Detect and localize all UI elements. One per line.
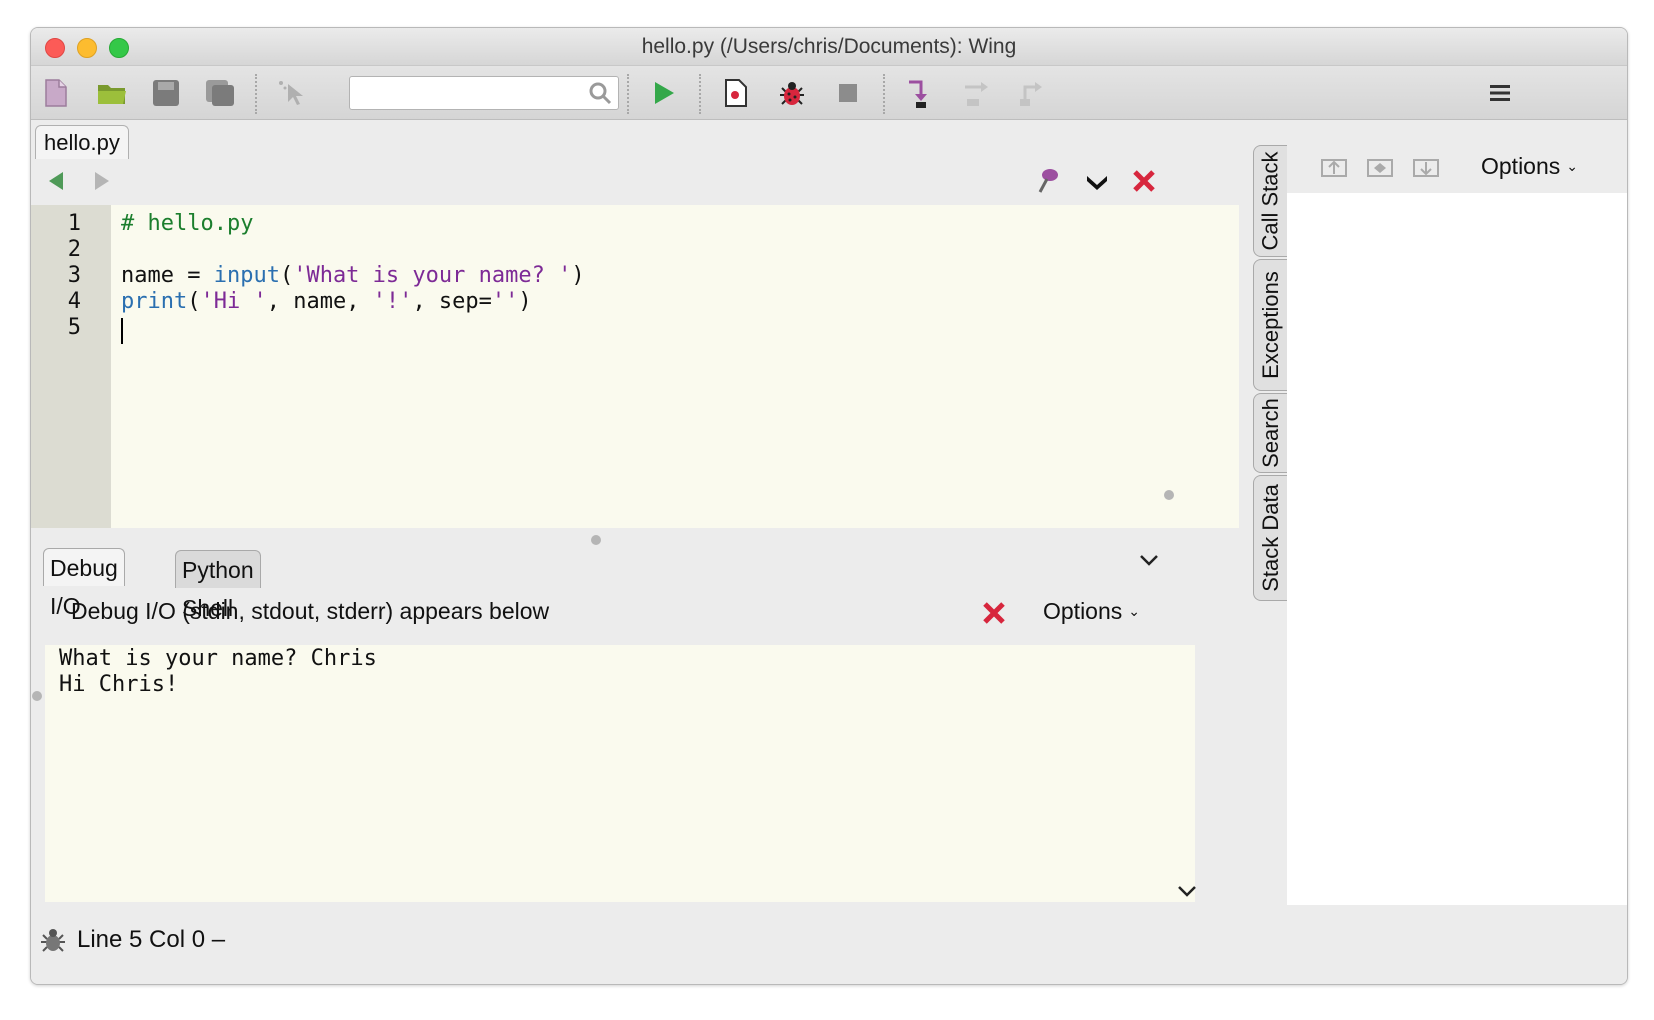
text-cursor xyxy=(121,318,123,344)
tab-exceptions[interactable]: Exceptions xyxy=(1253,259,1287,391)
toolbar-separator xyxy=(627,74,629,114)
editor-tools-bar xyxy=(31,160,1249,204)
search-icon[interactable] xyxy=(583,76,617,110)
line-number: 2 xyxy=(67,237,81,262)
toolbar-separator xyxy=(255,74,257,114)
code-line: # hello.py xyxy=(121,210,253,238)
code-text: , sep= xyxy=(412,289,492,314)
debug-bug-icon[interactable] xyxy=(775,76,809,110)
debug-io-header: Debug I/O (stdin, stdout, stderr) appear… xyxy=(71,598,550,624)
chevron-down-icon: ⌄ xyxy=(1128,603,1140,619)
right-panel-options-button[interactable]: Options ⌄ xyxy=(1481,153,1578,180)
vertical-splitter-handle[interactable] xyxy=(1164,490,1174,500)
clear-output-icon[interactable] xyxy=(981,600,1007,631)
step-into-icon[interactable] xyxy=(903,76,937,110)
debug-io-options-button[interactable]: Options ⌄ xyxy=(1043,598,1140,625)
code-string: '!' xyxy=(372,289,413,314)
breakpoint-file-icon[interactable] xyxy=(719,76,753,110)
step-over-icon[interactable] xyxy=(959,76,993,110)
code-line: name = input('What is your name? ') xyxy=(121,262,585,290)
code-line: print('Hi ', name, '!', sep='') xyxy=(121,288,532,316)
tab-label: Exceptions xyxy=(1257,271,1283,379)
code-string: '' xyxy=(491,289,519,314)
save-all-icon[interactable] xyxy=(203,76,237,110)
tab-stack-data[interactable]: Stack Data xyxy=(1253,475,1287,601)
toolbar-separator xyxy=(699,74,701,114)
options-label: Options xyxy=(1043,598,1123,624)
code-builtin: print xyxy=(121,289,188,314)
menu-hamburger-icon[interactable] xyxy=(1483,76,1517,110)
code-text: ( xyxy=(279,263,294,288)
back-arrow-icon[interactable] xyxy=(45,170,67,197)
open-folder-icon[interactable] xyxy=(95,76,129,110)
run-icon[interactable] xyxy=(647,76,681,110)
cursor-position-status: Line 5 Col 0 – xyxy=(77,926,226,953)
status-bar: Line 5 Col 0 – xyxy=(31,906,1627,984)
tab-label: Search xyxy=(1257,398,1283,468)
save-icon[interactable] xyxy=(149,76,183,110)
chevron-down-icon[interactable] xyxy=(1139,553,1159,572)
frame-current-icon[interactable] xyxy=(1367,157,1393,184)
frame-up-icon[interactable] xyxy=(1321,157,1347,184)
tab-search[interactable]: Search xyxy=(1253,393,1287,473)
right-panel-header: Options ⌄ xyxy=(1287,145,1627,193)
frame-down-icon[interactable] xyxy=(1413,157,1439,184)
code-text: ) xyxy=(518,289,532,314)
code-editor[interactable]: 1 2 3 4 5 # hello.py name = input('What … xyxy=(31,205,1239,528)
code-builtin: input xyxy=(213,263,280,288)
stop-icon[interactable] xyxy=(831,76,865,110)
window-title: hello.py (/Users/chris/Documents): Wing xyxy=(641,35,1017,58)
line-number: 1 xyxy=(67,211,81,236)
line-number: 3 xyxy=(67,263,81,288)
side-tabs: Call Stack Exceptions Search Stack Data xyxy=(1253,145,1287,605)
tab-call-stack[interactable]: Call Stack xyxy=(1253,145,1287,257)
tab-debug-io[interactable]: Debug I/O xyxy=(43,548,125,619)
debug-status-bug-icon xyxy=(39,926,67,959)
code-text: ( xyxy=(187,289,201,314)
horizontal-splitter-handle[interactable] xyxy=(591,535,601,545)
code-string: 'What is your name? ' xyxy=(293,263,572,288)
debug-io-output[interactable]: What is your name? Chris Hi Chris! xyxy=(45,645,1195,902)
scroll-down-chevron-icon[interactable] xyxy=(1177,884,1197,903)
chevron-down-icon: ⌄ xyxy=(1566,158,1578,174)
code-string: 'Hi ' xyxy=(200,289,267,314)
output-line: Hi Chris! xyxy=(59,672,179,697)
code-text: name = xyxy=(121,263,214,288)
left-splitter-handle[interactable] xyxy=(32,691,42,701)
new-file-icon[interactable] xyxy=(39,76,73,110)
step-out-icon[interactable] xyxy=(1013,76,1047,110)
line-number: 4 xyxy=(67,289,81,314)
line-number-gutter: 1 2 3 4 5 xyxy=(31,205,111,528)
select-pointer-icon[interactable] xyxy=(275,76,309,110)
ide-window: hello.py (/Users/chris/Documents): Wing xyxy=(30,27,1628,985)
line-number: 5 xyxy=(67,315,81,340)
call-stack-panel[interactable] xyxy=(1287,193,1627,905)
code-text: ) xyxy=(571,263,585,288)
pin-icon[interactable] xyxy=(1035,166,1061,201)
tab-python-shell[interactable]: Python Shell xyxy=(175,550,261,621)
code-text: , name, xyxy=(266,289,373,314)
search-input[interactable] xyxy=(349,76,619,110)
tab-label: Call Stack xyxy=(1257,151,1283,251)
toolbar-separator xyxy=(883,74,885,114)
tab-label: Stack Data xyxy=(1257,484,1283,592)
chevron-down-icon[interactable] xyxy=(1085,170,1109,197)
forward-arrow-icon[interactable] xyxy=(91,170,113,197)
options-label: Options xyxy=(1481,153,1561,179)
toolbar xyxy=(31,66,1627,120)
title-bar: hello.py (/Users/chris/Documents): Wing xyxy=(31,28,1627,66)
editor-tab-hello-py[interactable]: hello.py xyxy=(35,125,129,159)
close-editor-icon[interactable] xyxy=(1131,168,1157,199)
output-line: What is your name? Chris xyxy=(59,646,377,671)
code-comment: # hello.py xyxy=(121,211,254,236)
